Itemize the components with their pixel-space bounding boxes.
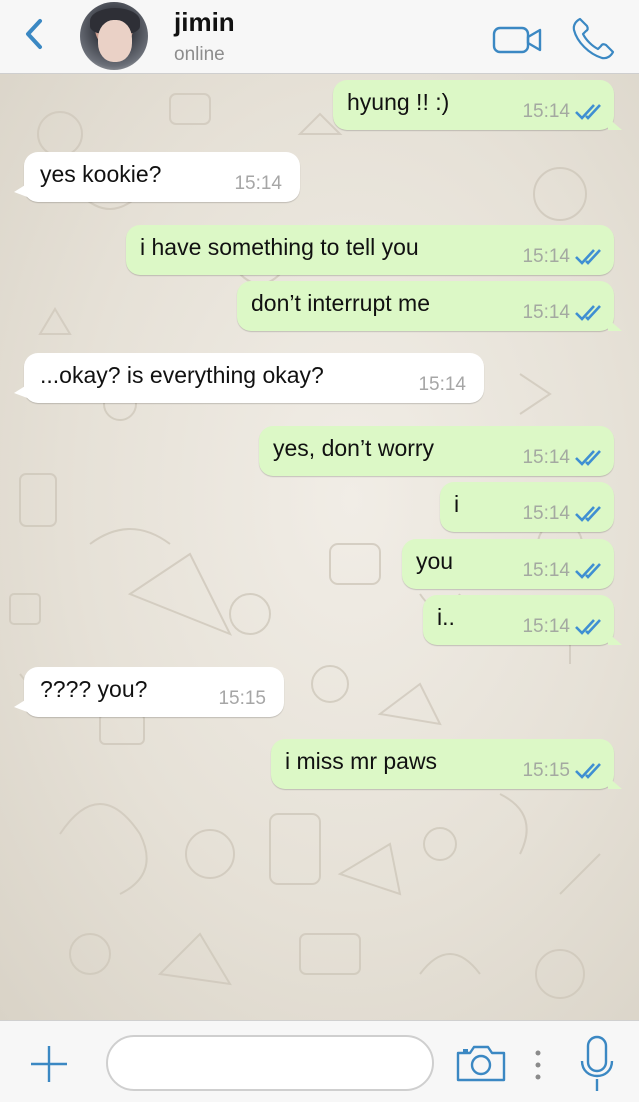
message-outgoing[interactable]: i.. 15:14 (423, 595, 622, 645)
message-outgoing[interactable]: hyung !! :) 15:14 (333, 80, 622, 130)
message-text: don’t interrupt me (251, 290, 430, 316)
contact-status: online (174, 44, 225, 65)
double-check-icon (575, 450, 601, 466)
message-outgoing[interactable]: i miss mr paws 15:15 (271, 739, 622, 789)
message-time: 15:15 (522, 760, 570, 781)
avatar[interactable] (80, 2, 148, 70)
message-time: 15:14 (522, 447, 570, 468)
message-outgoing[interactable]: i 15:14 (440, 482, 614, 532)
message-text: ...okay? is everything okay? (40, 362, 324, 388)
chat-area[interactable]: hyung !! :) 15:14 yes kookie? 15:14 i ha… (0, 74, 639, 1020)
double-check-icon (575, 563, 601, 579)
double-check-icon (575, 104, 601, 120)
message-outgoing[interactable]: you 15:14 (402, 539, 614, 589)
message-text: i (454, 491, 460, 517)
message-text: ???? you? (40, 676, 148, 702)
microphone-icon[interactable] (580, 1035, 614, 1093)
composer-bar (0, 1020, 639, 1102)
message-input[interactable] (106, 1035, 434, 1091)
message-time: 15:14 (234, 173, 282, 194)
double-check-icon (575, 506, 601, 522)
message-incoming[interactable]: yes kookie? 15:14 (14, 152, 300, 202)
message-time: 15:15 (218, 688, 266, 709)
message-time: 15:14 (522, 616, 570, 637)
video-camera-icon[interactable] (492, 23, 544, 57)
chat-header: jimin online (0, 0, 639, 74)
double-check-icon (575, 619, 601, 635)
message-outgoing[interactable]: yes, don’t worry 15:14 (259, 426, 614, 476)
message-outgoing[interactable]: i have something to tell you 15:14 (126, 225, 614, 275)
message-text: hyung !! :) (347, 89, 450, 115)
chevron-left-icon[interactable] (20, 16, 50, 52)
message-time: 15:14 (522, 302, 570, 323)
contact-name[interactable]: jimin (174, 7, 235, 38)
message-time: 15:14 (522, 560, 570, 581)
message-outgoing[interactable]: don’t interrupt me 15:14 (237, 281, 622, 331)
message-time: 15:14 (418, 374, 466, 395)
message-time: 15:14 (522, 101, 570, 122)
message-text: yes, don’t worry (273, 435, 435, 461)
message-text: i miss mr paws (285, 748, 438, 774)
message-time: 15:14 (522, 503, 570, 524)
message-incoming[interactable]: ...okay? is everything okay? 15:14 (14, 353, 484, 403)
message-incoming[interactable]: ???? you? 15:15 (14, 667, 284, 717)
double-check-icon (575, 249, 601, 265)
phone-icon[interactable] (570, 16, 618, 62)
message-text: yes kookie? (40, 161, 162, 187)
double-check-icon (575, 305, 601, 321)
camera-icon[interactable] (455, 1043, 507, 1083)
message-time: 15:14 (522, 246, 570, 267)
double-check-icon (575, 763, 601, 779)
vertical-dots-icon[interactable] (533, 1049, 543, 1081)
message-text: you (416, 548, 454, 574)
plus-icon[interactable] (28, 1043, 70, 1085)
message-text: i.. (437, 604, 455, 630)
message-text: i have something to tell you (140, 234, 419, 260)
